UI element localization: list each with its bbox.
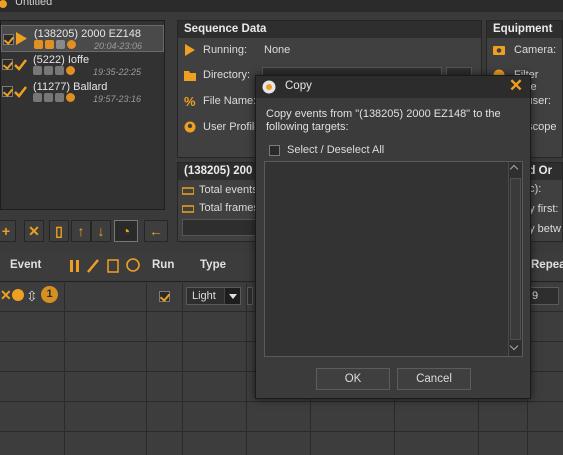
user-icon [184,121,196,133]
app-logo-icon [0,0,7,8]
move-down-button[interactable]: ↓ [91,220,111,242]
arrow-down-icon: ↓ [97,223,105,239]
copy-dialog-icon [262,80,276,94]
delete-target-button[interactable]: ✕ [24,220,44,242]
close-icon[interactable]: ✕ [508,77,524,94]
type-select[interactable]: Light [186,287,241,305]
move-up-button[interactable]: ↑ [71,220,91,242]
target-checkbox[interactable] [2,59,13,70]
target-status-icons [34,40,89,50]
target-row[interactable]: (5222) Ioffe 19:35-22:25 [1,52,164,79]
user-profile-label: User Profile [203,121,261,133]
vertical-scrollbar[interactable] [508,162,522,356]
svg-text:%: % [184,95,196,107]
close-icon: ✕ [28,223,40,239]
arrow-left-icon: ← [149,223,163,239]
target-list[interactable]: (138205) 2000 EZ148 20:04-23:06 (5222) I… [0,20,165,210]
type-column-header: Type [200,259,226,271]
directory-label: Directory: [203,69,251,81]
clock-icon: ◔ [121,223,131,239]
column-icons [70,258,140,273]
grid-field[interactable] [247,287,253,305]
panel-header: Equipment [487,21,562,38]
run-checkbox[interactable] [159,291,170,302]
target-status-icons [33,93,88,103]
target-name: (138205) 2000 EZ148 [34,28,142,40]
target-time: 19:57-23:16 [93,94,142,104]
copy-icon: ▯ [55,223,63,239]
panel-header: Sequence Data [178,21,481,38]
running-label: Running: [203,44,248,56]
window-title: Untitled [15,0,53,8]
copy-dialog: Copy ✕ Copy events from "(138205) 2000 E… [255,75,531,399]
play-icon [16,32,27,45]
event-column-header: Event [10,259,42,271]
target-time: 20:04-23:06 [94,41,143,51]
target-checkbox[interactable] [3,34,14,45]
cancel-button[interactable]: Cancel [397,368,471,390]
target-name: (5222) Ioffe [33,54,90,66]
repeat-column-header: Repea [531,259,563,271]
title-bar: Untitled [0,0,563,12]
target-status-icons [33,66,88,76]
target-row[interactable]: (11277) Ballard 19:57-23:16 [1,79,164,106]
target-time: 19:35-22:25 [93,67,142,77]
filename-label: File Name: [203,95,257,107]
plus-icon: + [1,223,11,239]
target-checkbox[interactable] [2,86,13,97]
event-number-badge: 1 [41,286,58,303]
running-value: None [264,44,291,56]
run-column-header: Run [152,259,175,271]
copy-target-button[interactable]: ▯ [49,220,69,242]
type-select-value: Light [192,290,216,302]
svg-text:⇳: ⇳ [26,289,38,305]
chevron-down-icon [224,288,240,304]
percent-icon: % [184,95,196,107]
check-icon [14,86,27,98]
svg-text:✕: ✕ [0,287,12,303]
camera-icon [493,46,505,55]
scroll-down-icon[interactable] [510,343,521,354]
target-selection-list[interactable] [264,161,523,357]
dialog-title-bar: Copy ✕ [256,76,530,98]
frames-icon [182,205,194,213]
add-target-button[interactable]: + [0,220,16,242]
dialog-title: Copy [285,80,312,92]
repeat-value: 9 [532,290,539,302]
total-events-label: Total events [199,184,258,196]
check-icon [14,59,27,71]
schedule-button[interactable]: ◔ [114,220,138,242]
collapse-button[interactable]: ← [144,220,168,242]
camera-label: Camera: [514,44,557,56]
play-icon [185,44,195,56]
ok-button[interactable]: OK [316,368,390,390]
dialog-message: Copy events from "(138205) 2000 EZ148" t… [266,108,501,133]
folder-icon [184,71,196,81]
events-icon [182,187,194,195]
repeat-field[interactable]: 9 [529,287,559,305]
scroll-up-icon[interactable] [510,164,521,175]
total-frames-label: Total frames [199,202,259,214]
select-all-label[interactable]: Select / Deselect All [287,144,384,156]
scrollbar-thumb[interactable] [510,178,521,340]
target-name: (11277) Ballard [33,81,108,93]
arrow-up-icon: ↑ [77,223,85,239]
target-row[interactable]: (138205) 2000 EZ148 20:04-23:06 [1,25,164,52]
select-all-checkbox[interactable] [269,145,280,156]
app-window: Untitled (138205) 2000 EZ148 20:04-23:06… [0,0,563,455]
target-toolbar: + ✕ ▯ ↑ ↓ ◔ ← [0,220,170,244]
